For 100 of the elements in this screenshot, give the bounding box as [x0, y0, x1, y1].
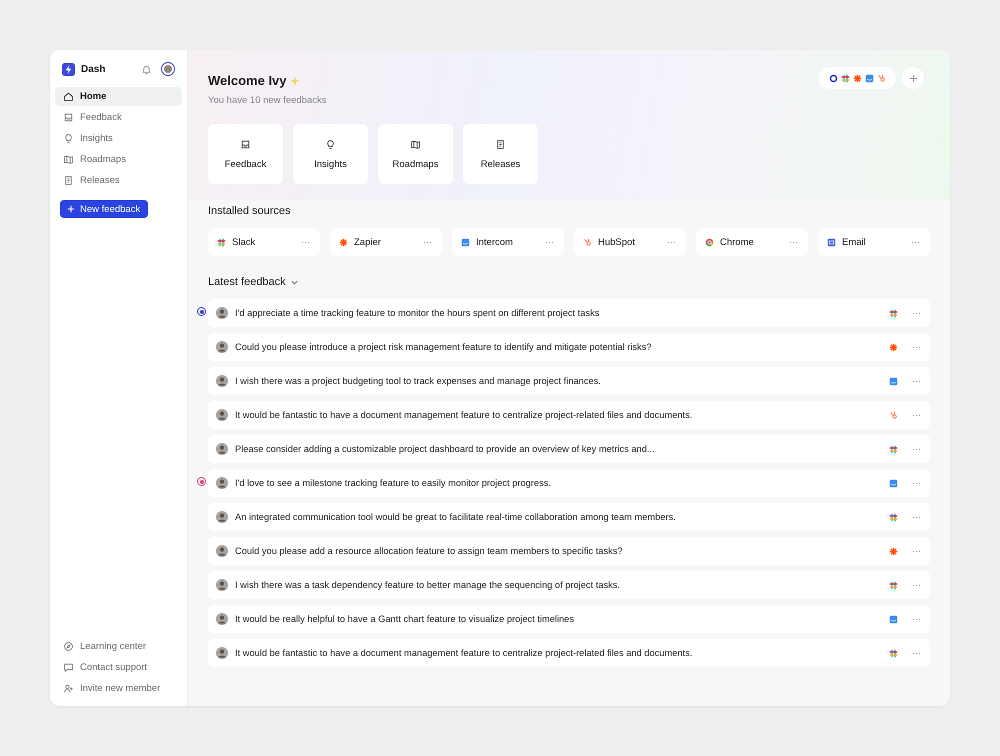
home-icon	[63, 91, 74, 102]
sprocket-icon	[877, 74, 886, 82]
avatar-icon	[216, 409, 228, 421]
plus-icon	[67, 205, 75, 213]
chat-window-icon	[889, 376, 898, 386]
source-card[interactable]: HubSpot	[574, 228, 686, 256]
asterisk-icon	[853, 74, 862, 82]
avatar-icon	[216, 477, 228, 489]
feedback-text: An integrated communication tool would be great to facilitate real-time collaboration among team members.	[235, 512, 677, 522]
user-plus-icon	[63, 683, 74, 694]
source-card[interactable]: Slack	[208, 228, 320, 256]
footer-link[interactable]: Invite new member	[55, 679, 182, 698]
avatar-icon	[216, 375, 228, 387]
quick-link-card[interactable]: Releases	[463, 124, 538, 184]
file-icon	[63, 175, 74, 186]
hash-icon	[217, 238, 226, 246]
source-name: Slack	[232, 236, 256, 248]
compass-icon	[63, 641, 74, 652]
feedback-row[interactable]: Could you please introduce a project risk management feature to identify and mitigate potential risks?	[208, 333, 930, 361]
file-icon	[495, 138, 506, 150]
bolt-logo-icon	[62, 62, 75, 76]
hash-icon	[889, 580, 898, 590]
source-name: HubSpot	[598, 236, 636, 248]
map-icon	[63, 154, 74, 165]
avatar-icon	[216, 341, 228, 353]
sprocket-icon	[583, 238, 592, 246]
source-card[interactable]: Chrome	[696, 228, 808, 256]
hash-icon	[889, 648, 898, 658]
feedback-row[interactable]: It would be fantastic to have a document management feature to centralize project-related files and documents.	[208, 401, 930, 429]
feedback-text: It would be really helpful to have a Gantt chart feature to visualize project timelines	[235, 614, 576, 624]
feedback-text: I wish there was a project budgeting tool to track expenses and manage project finances.	[235, 376, 602, 386]
hash-icon	[841, 74, 850, 82]
avatar-icon	[216, 443, 228, 455]
user-avatar[interactable]	[161, 62, 175, 76]
bell-icon[interactable]	[141, 64, 152, 74]
feedback-row[interactable]: It would be fantastic to have a document management feature to centralize project-related files and documents.	[208, 639, 930, 667]
inbox-icon	[63, 112, 74, 123]
mail-icon	[827, 238, 836, 246]
feedback-text: Please consider adding a customizable project dashboard to provide an overview of key metrics and...	[235, 444, 656, 454]
avatar-icon	[216, 511, 228, 523]
chat-window-icon	[865, 74, 874, 82]
source-name: Intercom	[476, 236, 514, 248]
quick-link-card[interactable]: Feedback	[208, 124, 283, 184]
nav-item[interactable]: Insights	[55, 129, 182, 148]
asterisk-icon	[889, 342, 898, 352]
feedback-text: Could you please introduce a project risk management feature to identify and mitigate potential risks?	[235, 342, 653, 352]
new-feedback-button[interactable]: New feedback	[60, 200, 148, 218]
hash-icon	[889, 512, 898, 522]
avatar-icon	[216, 579, 228, 591]
feedback-text: Could you please add a resource allocation feature to assign team members to specific tasks?	[235, 546, 624, 556]
feedback-text: I'd love to see a milestone tracking feature to easily monitor project progress.	[235, 478, 552, 488]
chat-window-icon	[889, 614, 898, 624]
avatar-icon	[216, 545, 228, 557]
feedback-row[interactable]: I wish there was a task dependency feature to better manage the sequencing of project tasks.	[208, 571, 930, 599]
feedback-text: It would be fantastic to have a document management feature to centralize project-related files and documents.	[235, 410, 694, 420]
feedback-row[interactable]: I wish there was a project budgeting tool to track expenses and manage project finances.	[208, 367, 930, 395]
welcome-title: Welcome Ivy	[208, 73, 287, 88]
chat-window-icon	[461, 238, 470, 246]
feedback-row[interactable]: It would be really helpful to have a Gantt chart feature to visualize project timelines	[208, 605, 930, 633]
feedback-text: It would be fantastic to have a document management feature to centralize project-related files and documents.	[235, 648, 694, 658]
quick-link-card[interactable]: Insights	[293, 124, 368, 184]
bulb-icon	[63, 133, 74, 144]
source-card[interactable]: Intercom	[452, 228, 564, 256]
nav-item[interactable]: Feedback	[55, 108, 182, 127]
source-card[interactable]: Email	[818, 228, 930, 256]
nav-item[interactable]: Home	[55, 87, 182, 106]
avatar-icon	[216, 613, 228, 625]
chat-window-icon	[889, 478, 898, 488]
section-heading: Latest feedback	[208, 276, 286, 288]
chat-icon	[63, 662, 74, 673]
footer-link[interactable]: Learning center	[55, 637, 182, 656]
ring-icon	[829, 74, 838, 82]
hash-icon	[889, 444, 898, 454]
source-card[interactable]: Zapier	[330, 228, 442, 256]
feedback-text: I'd appreciate a time tracking feature to monitor the hours spent on different project tasks	[235, 308, 600, 318]
browser-circle-icon	[705, 238, 714, 246]
connected-sources-pill[interactable]	[819, 67, 896, 89]
source-name: Zapier	[354, 236, 382, 248]
map-icon	[410, 138, 421, 150]
bulb-icon	[325, 138, 336, 150]
asterisk-icon	[339, 238, 348, 246]
nav-item[interactable]: Releases	[55, 171, 182, 190]
welcome-subtitle: You have 10 new feedbacks	[208, 95, 326, 106]
workspace-name: Dash	[81, 64, 106, 74]
add-button[interactable]	[902, 67, 924, 89]
hash-icon	[889, 308, 898, 318]
source-name: Email	[842, 236, 867, 248]
sparkle-icon	[290, 76, 300, 86]
nav-item[interactable]: Roadmaps	[55, 150, 182, 169]
feedback-row[interactable]: Please consider adding a customizable project dashboard to provide an overview of key metrics and...	[208, 435, 930, 463]
feedback-row[interactable]: Could you please add a resource allocation feature to assign team members to specific tasks?	[208, 537, 930, 565]
feedback-text: I wish there was a task dependency feature to better manage the sequencing of project tasks.	[235, 580, 622, 590]
asterisk-icon	[889, 546, 898, 556]
quick-link-card[interactable]: Roadmaps	[378, 124, 453, 184]
avatar-icon	[216, 647, 228, 659]
feedback-row[interactable]: An integrated communication tool would be great to facilitate real-time collaboration among team members.	[208, 503, 930, 531]
avatar-icon	[216, 307, 228, 319]
section-heading: Installed sources	[208, 205, 292, 217]
footer-link[interactable]: Contact support	[55, 658, 182, 677]
sprocket-icon	[889, 410, 898, 420]
